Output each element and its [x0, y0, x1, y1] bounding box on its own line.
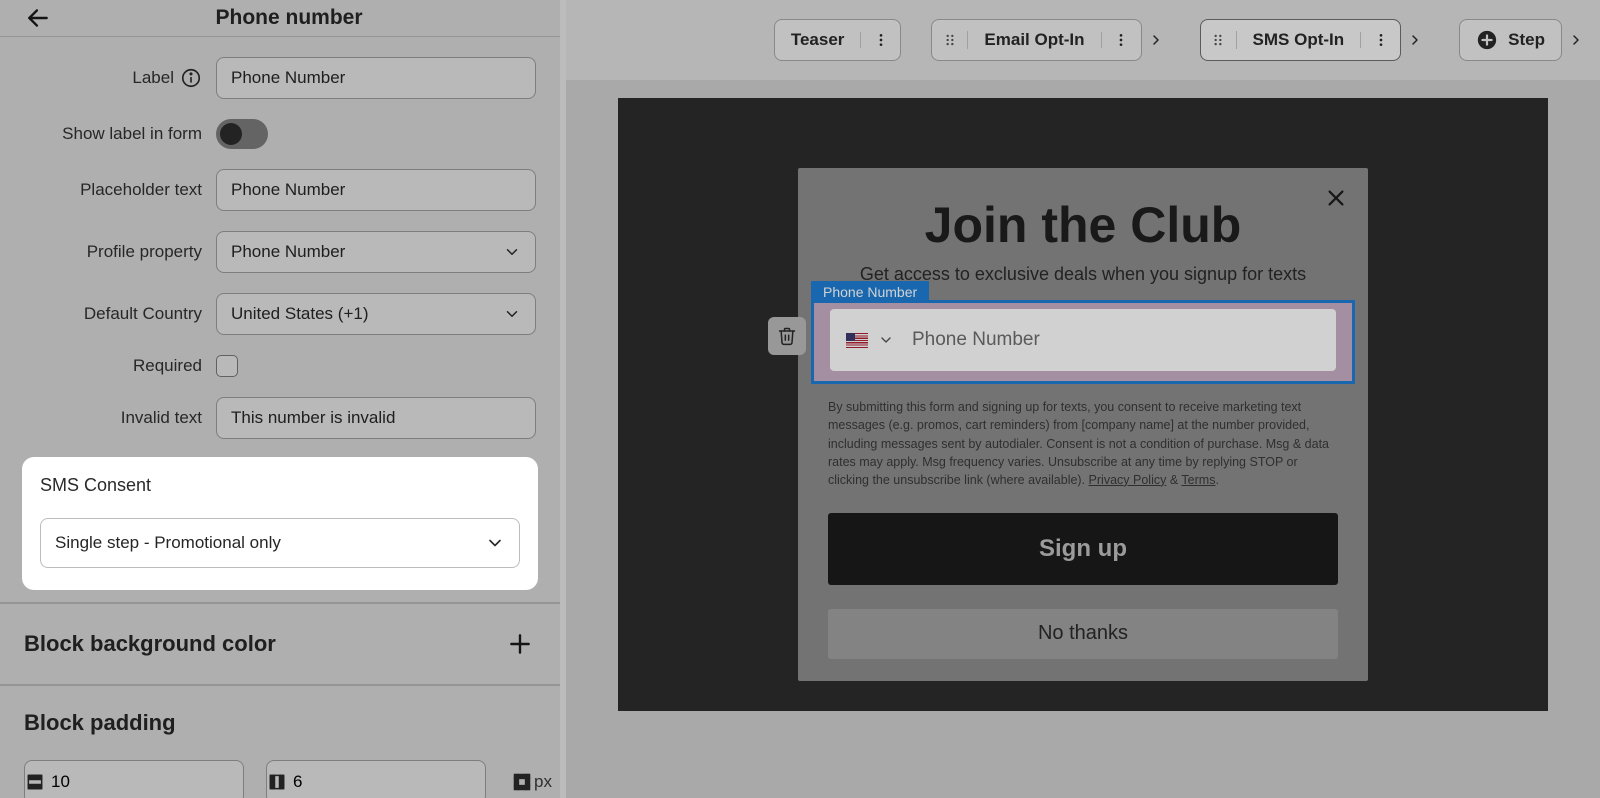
row-show-label: Show label in form [24, 119, 536, 149]
step-group-email: Email Opt-In [931, 19, 1169, 61]
step-chip-sms-label: SMS Opt-In [1237, 30, 1361, 50]
block-padding-header: Block padding [0, 684, 560, 760]
step-next-button[interactable] [1142, 19, 1170, 61]
step-chip-teaser[interactable]: Teaser [774, 19, 902, 61]
step-overflow-button[interactable] [1562, 19, 1590, 61]
step-chip-email-label: Email Opt-In [968, 30, 1100, 50]
step-chip-sms-optin[interactable]: SMS Opt-In [1200, 19, 1402, 61]
phone-input[interactable]: Phone Number [830, 309, 1336, 371]
popup-title: Join the Club [828, 196, 1338, 254]
chevron-down-icon [503, 305, 521, 323]
invalid-text-input[interactable] [216, 397, 536, 439]
placeholder-caption: Placeholder text [24, 180, 202, 200]
canvas-area: Teaser Email Opt-In [566, 0, 1600, 798]
padding-vertical-input[interactable] [45, 772, 278, 792]
default-country-caption: Default Country [24, 304, 202, 324]
sms-consent-title: SMS Consent [40, 475, 520, 496]
step-chip-teaser-more[interactable] [860, 32, 900, 48]
info-icon[interactable] [180, 67, 202, 89]
required-checkbox[interactable] [216, 355, 238, 377]
terms-link[interactable]: Terms [1181, 473, 1215, 487]
profile-property-caption: Profile property [24, 242, 202, 262]
row-required: Required [24, 355, 536, 377]
phone-number-block-tag: Phone Number [811, 281, 929, 303]
padding-horizontal-input[interactable] [287, 772, 520, 792]
row-label: Label [24, 57, 536, 99]
legal-text: By submitting this form and signing up f… [828, 398, 1338, 489]
panel-title: Phone number [38, 6, 540, 30]
row-default-country: Default Country United States (+1) [24, 293, 536, 335]
more-vertical-icon [1373, 32, 1389, 48]
privacy-policy-link[interactable]: Privacy Policy [1089, 473, 1167, 487]
step-chip-email-more[interactable] [1101, 32, 1141, 48]
close-icon [1325, 187, 1347, 209]
chevron-right-icon [1148, 32, 1164, 48]
chevron-down-icon [503, 243, 521, 261]
padding-horizontal-icon [267, 772, 287, 792]
drag-handle-icon[interactable] [932, 31, 968, 49]
show-label-caption: Show label in form [24, 124, 202, 144]
step-chip-sms-more[interactable] [1360, 32, 1400, 48]
profile-property-value: Phone Number [231, 242, 345, 262]
panel-header: Phone number [0, 0, 560, 37]
label-input[interactable] [216, 57, 536, 99]
chevron-down-icon [485, 533, 505, 553]
preview-stage: Join the Club Get access to exclusive de… [618, 98, 1548, 711]
canvas-scroll: Join the Club Get access to exclusive de… [566, 80, 1600, 798]
sms-consent-section: SMS Consent Single step - Promotional on… [22, 457, 538, 590]
block-padding-inputs: px px [0, 760, 560, 798]
show-label-toggle[interactable] [216, 119, 268, 149]
placeholder-input[interactable] [216, 169, 536, 211]
sms-consent-select[interactable]: Single step - Promotional only [40, 518, 520, 568]
step-chip-teaser-label: Teaser [775, 30, 861, 50]
drag-handle-icon[interactable] [1201, 31, 1237, 49]
block-padding-label: Block padding [24, 710, 176, 736]
chevron-right-icon [1568, 32, 1584, 48]
grip-icon [943, 31, 957, 49]
add-bg-color-button[interactable] [504, 628, 536, 660]
profile-property-select[interactable]: Phone Number [216, 231, 536, 273]
popup-close-button[interactable] [1320, 182, 1352, 214]
more-vertical-icon [1113, 32, 1129, 48]
signup-button[interactable]: Sign up [828, 513, 1338, 585]
form-area: Label Show label in form Placeholder tex… [0, 37, 560, 439]
delete-block-button[interactable] [768, 317, 806, 355]
plus-icon [507, 631, 533, 657]
invalid-text-caption: Invalid text [24, 408, 202, 428]
plus-circle-icon [1476, 29, 1498, 51]
grip-icon [1211, 31, 1225, 49]
default-country-value: United States (+1) [231, 304, 369, 324]
row-placeholder: Placeholder text [24, 169, 536, 211]
sms-consent-value: Single step - Promotional only [55, 533, 281, 553]
no-thanks-button[interactable]: No thanks [828, 609, 1338, 659]
default-country-select[interactable]: United States (+1) [216, 293, 536, 335]
phone-number-block[interactable]: Phone Number Phone Number [811, 300, 1355, 384]
chevron-down-icon[interactable] [878, 332, 894, 348]
step-add-group: Step [1459, 19, 1590, 61]
link-icon [511, 771, 533, 793]
popup-shell: Join the Club Get access to exclusive de… [798, 168, 1368, 681]
add-step-label: Step [1508, 30, 1545, 50]
block-bg-color-label: Block background color [24, 631, 276, 657]
padding-link-button[interactable] [508, 764, 536, 798]
label-caption: Label [24, 67, 202, 89]
chevron-right-icon [1407, 32, 1423, 48]
step-next-button-2[interactable] [1401, 19, 1429, 61]
padding-vertical-icon [25, 772, 45, 792]
trash-icon [777, 326, 797, 346]
step-group-sms: SMS Opt-In [1200, 19, 1430, 61]
step-chip-email-optin[interactable]: Email Opt-In [931, 19, 1141, 61]
padding-vertical-input-wrap: px [24, 760, 244, 798]
more-vertical-icon [873, 32, 889, 48]
steps-toolbar: Teaser Email Opt-In [566, 0, 1600, 80]
row-invalid-text: Invalid text [24, 397, 536, 439]
block-bg-color-row: Block background color [0, 602, 560, 684]
padding-horizontal-input-wrap: px [266, 760, 486, 798]
required-caption: Required [24, 356, 202, 376]
settings-panel: Phone number Label Show label in form Pl… [0, 0, 560, 798]
phone-input-placeholder: Phone Number [912, 329, 1040, 351]
row-profile-property: Profile property Phone Number [24, 231, 536, 273]
add-step-button[interactable]: Step [1459, 19, 1562, 61]
us-flag-icon [846, 333, 868, 348]
